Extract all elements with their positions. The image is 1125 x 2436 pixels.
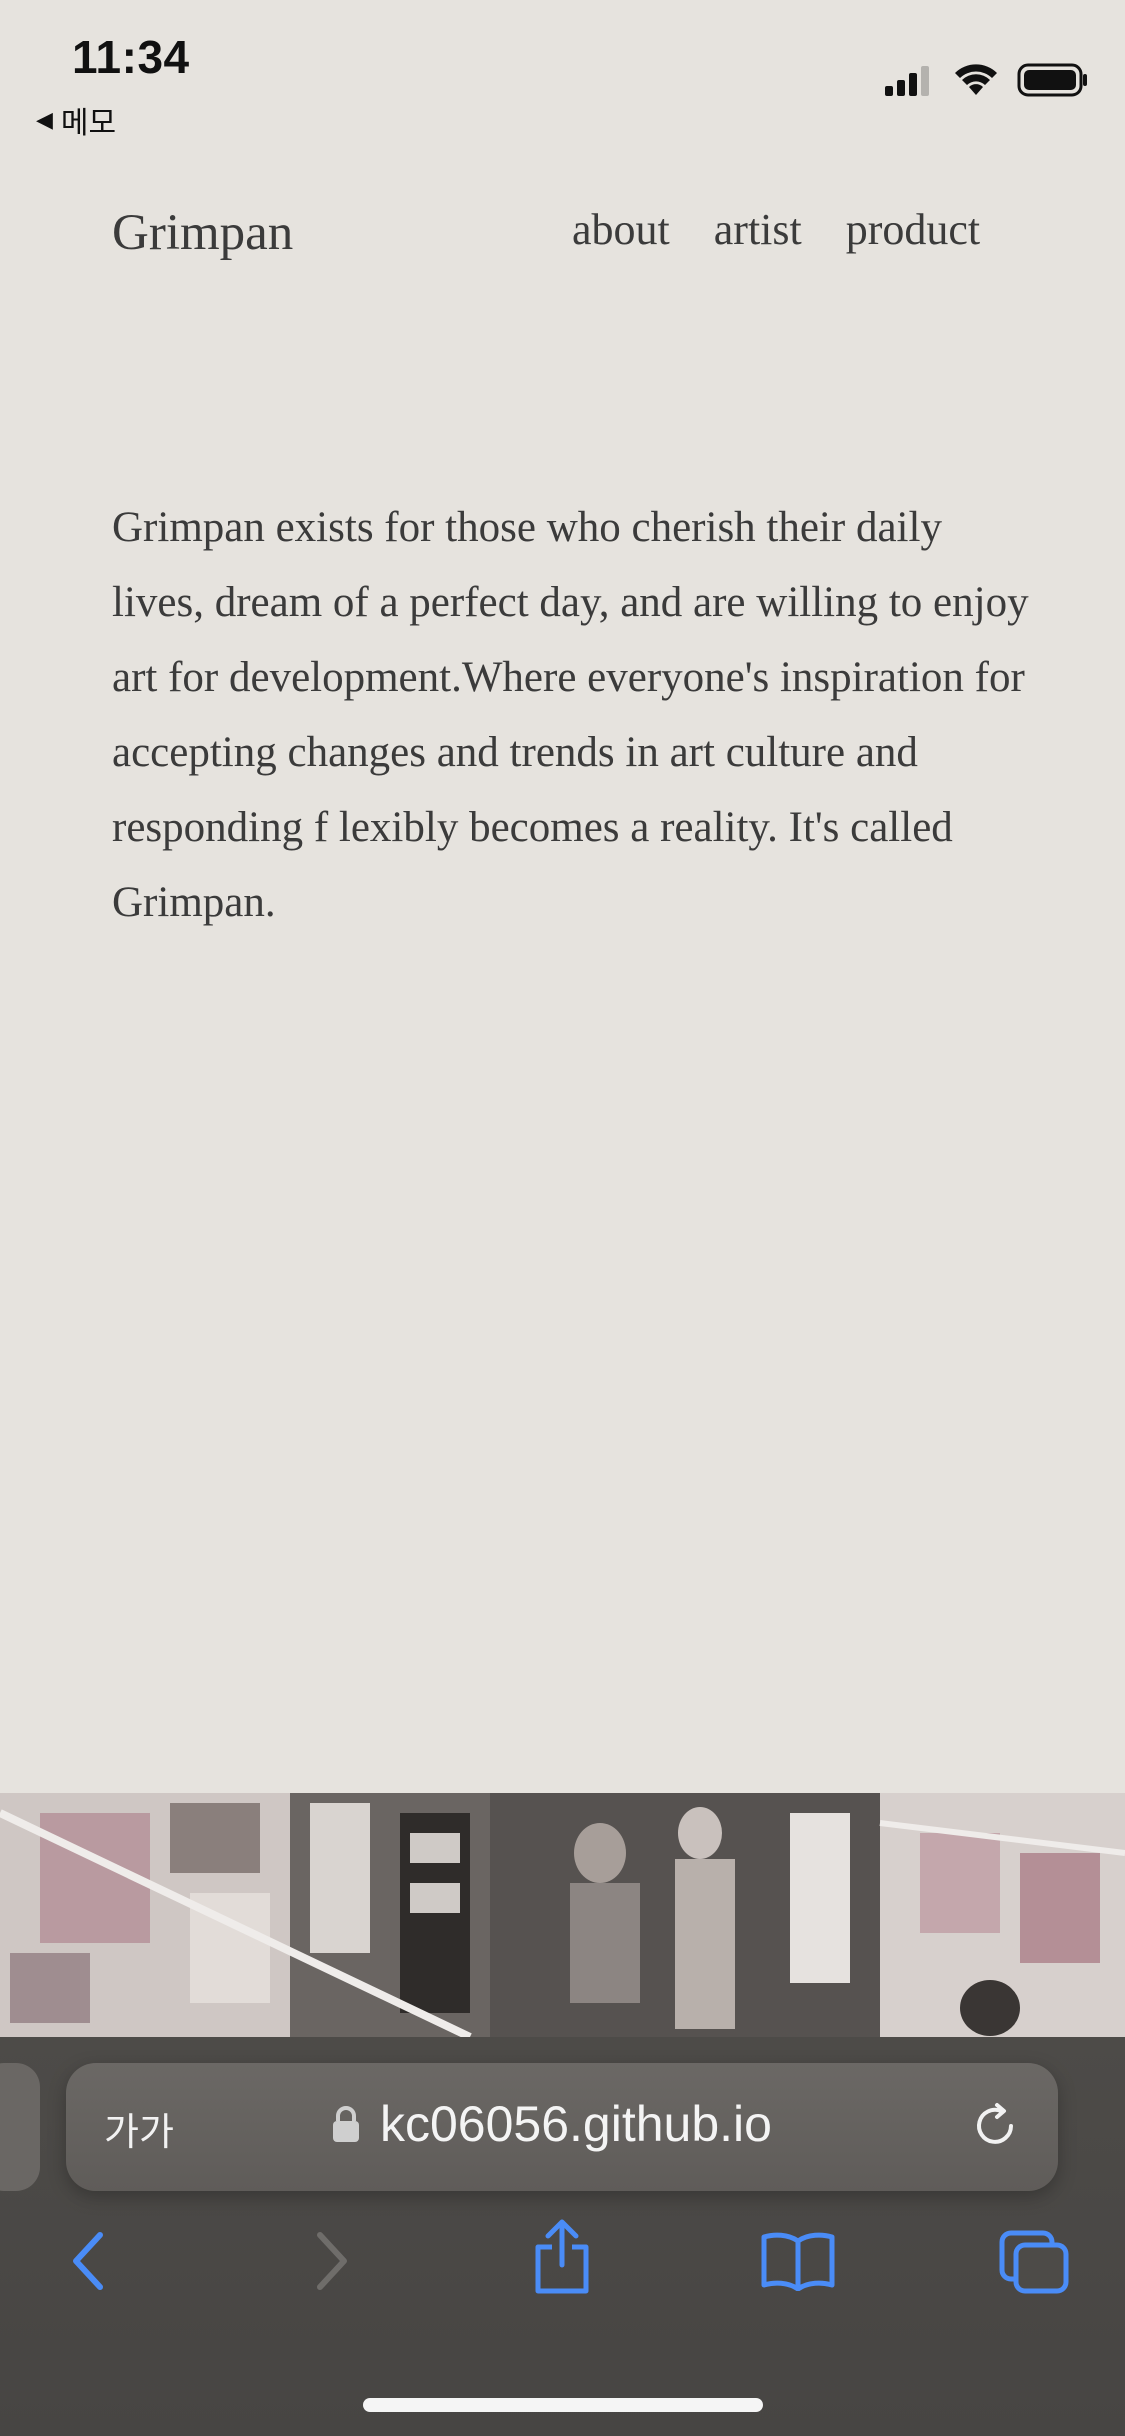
nav-link-artist[interactable]: artist [714,204,802,255]
back-button-icon[interactable] [66,2229,110,2293]
status-icons [883,62,1089,98]
site-logo[interactable]: Grimpan [112,204,293,262]
tabs-icon[interactable] [998,2229,1070,2295]
screen: 11:34 ◀ 메모 Grimpan about artist product … [0,0,1125,2436]
wifi-icon [955,64,997,95]
reload-icon[interactable] [970,2101,1020,2151]
back-triangle-icon: ◀ [36,107,53,133]
site-nav: about artist product [572,204,980,255]
previous-tab-peek[interactable] [0,2063,40,2191]
book-icon[interactable] [760,2231,836,2291]
nav-link-about[interactable]: about [572,204,670,255]
url-text: kc06056.github.io [380,2096,772,2152]
browser-chrome: 가가 kc06056.github.io [0,2037,1125,2436]
lock-icon [333,2106,359,2142]
intro-paragraph: Grimpan exists for those who cherish the… [112,504,1029,926]
browser-toolbar [0,2217,1125,2317]
text-size-button[interactable]: 가가 [104,2101,174,2156]
back-to-app-button[interactable]: ◀ 메모 [36,98,116,142]
cellular-signal-icon [885,66,929,96]
nav-link-product[interactable]: product [846,204,980,255]
forward-button-icon[interactable] [310,2229,354,2293]
back-app-label: 메모 [60,106,117,141]
home-indicator[interactable] [363,2398,763,2412]
battery-icon [1017,63,1087,97]
share-icon[interactable] [530,2217,594,2297]
status-time: 11:34 [72,31,190,83]
url-display[interactable]: kc06056.github.io [332,2095,772,2153]
gallery-photo [0,1793,1125,2037]
address-bar[interactable]: 가가 kc06056.github.io [66,2063,1058,2191]
